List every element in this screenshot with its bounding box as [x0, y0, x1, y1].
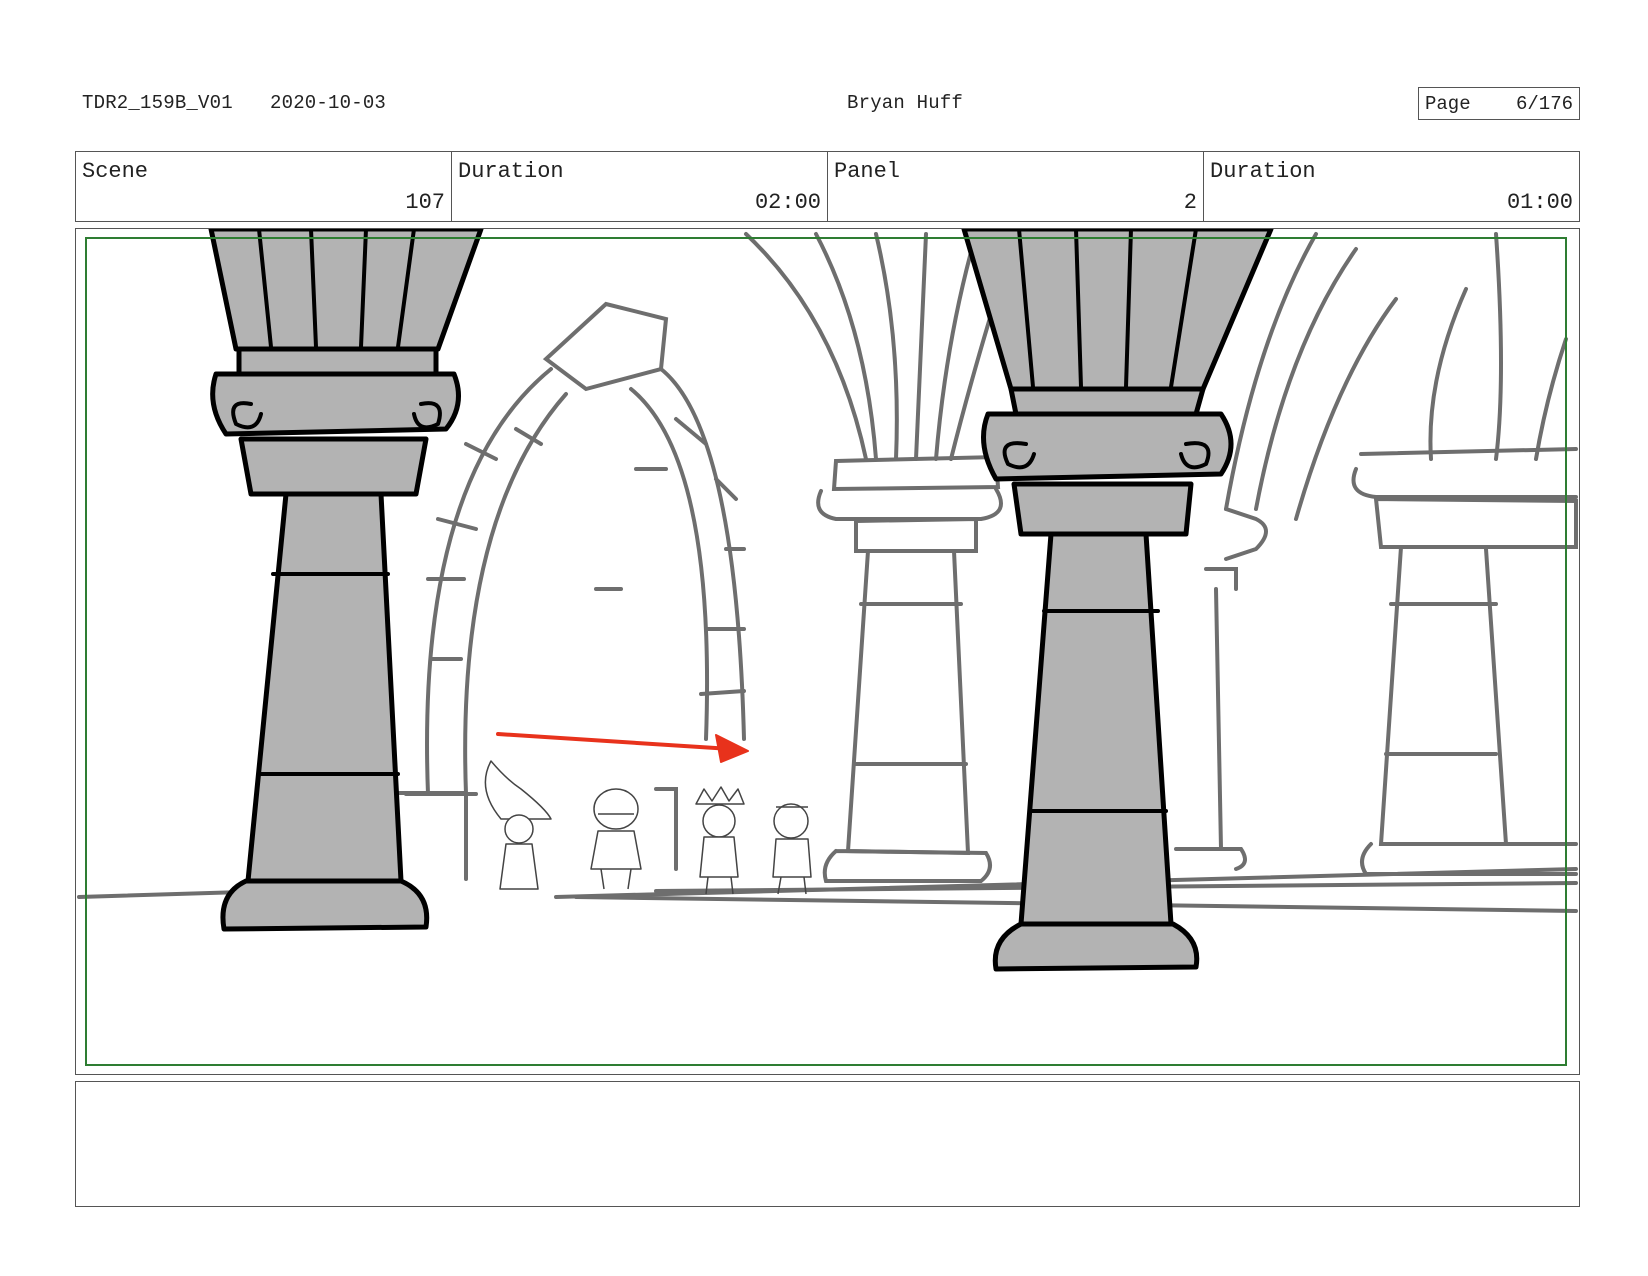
panel-duration-cell: Duration 01:00	[1204, 152, 1579, 221]
scene-duration-value: 02:00	[754, 190, 821, 215]
background-column-far	[1174, 507, 1268, 871]
panel-drawing	[77, 229, 1578, 1066]
panel-duration-label: Duration	[1210, 159, 1316, 184]
page-label: Page	[1425, 93, 1471, 115]
page-indicator: Page 6/176	[1418, 87, 1580, 120]
characters	[484, 760, 812, 895]
scene-duration-cell: Duration 02:00	[452, 152, 828, 221]
character-prince	[695, 786, 745, 895]
background-column-mid	[816, 454, 1003, 883]
scene-cell: Scene 107	[76, 152, 452, 221]
scene-label: Scene	[82, 159, 149, 184]
scene-duration-label: Duration	[458, 159, 564, 184]
foreground-column-right	[961, 229, 1274, 972]
artist-name: Bryan Huff	[847, 92, 964, 114]
motion-arrow	[496, 732, 749, 763]
panel-label: Panel	[834, 159, 901, 184]
background-column-right	[1351, 447, 1578, 876]
info-table: Scene 107 Duration 02:00 Panel 2 Duratio…	[75, 151, 1580, 222]
notes-box	[75, 1081, 1580, 1207]
date: 2020-10-03	[270, 92, 387, 114]
storyboard-panel	[75, 228, 1580, 1075]
scene-number: 107	[405, 190, 445, 215]
notes-text	[76, 1082, 1579, 1098]
page-number: 6/176	[1515, 93, 1573, 115]
panel-cell: Panel 2	[828, 152, 1204, 221]
character-knight	[590, 788, 642, 890]
panel-number: 2	[1183, 190, 1197, 215]
character-wizard	[484, 760, 552, 890]
character-boy	[772, 803, 812, 895]
panel-duration-value: 01:00	[1506, 190, 1573, 215]
file-id: TDR2_159B_V01	[82, 92, 233, 114]
